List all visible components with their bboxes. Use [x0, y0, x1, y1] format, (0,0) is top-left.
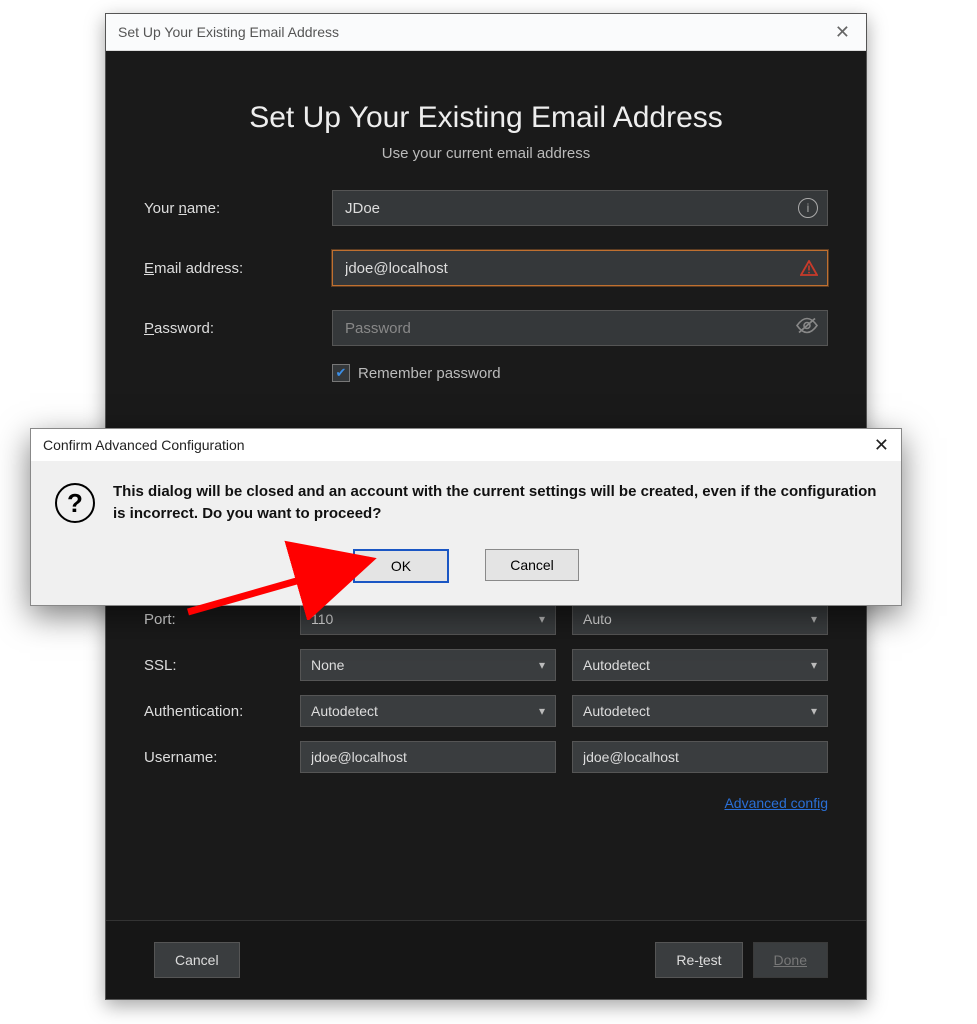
info-icon[interactable]: i [798, 198, 818, 218]
email-input[interactable] [332, 250, 828, 286]
remember-password-row: ✔ Remember password [332, 364, 828, 382]
ssl-label: SSL: [144, 657, 284, 674]
page-title: Set Up Your Existing Email Address [106, 101, 866, 135]
chevron-down-icon: ▾ [539, 704, 545, 718]
dialog-message: This dialog will be closed and an accoun… [113, 481, 877, 525]
incoming-ssl-select[interactable]: None▾ [300, 649, 556, 681]
ok-button[interactable]: OK [353, 549, 449, 583]
titlebar: Set Up Your Existing Email Address ✕ [106, 14, 866, 51]
outgoing-auth-select[interactable]: Autodetect▾ [572, 695, 828, 727]
incoming-port-select[interactable]: 110▾ [300, 603, 556, 635]
auth-label: Authentication: [144, 703, 284, 720]
question-icon: ? [55, 483, 95, 523]
chevron-down-icon: ▾ [811, 658, 817, 672]
chevron-down-icon: ▾ [539, 612, 545, 626]
close-icon[interactable]: ✕ [874, 435, 889, 456]
remember-password-checkbox[interactable]: ✔ [332, 364, 350, 382]
incoming-username-input[interactable] [300, 741, 556, 773]
outgoing-port-select[interactable]: Auto▾ [572, 603, 828, 635]
cancel-button[interactable]: Cancel [154, 942, 240, 978]
eye-off-icon[interactable] [796, 317, 818, 340]
confirm-dialog: Confirm Advanced Configuration ✕ ? This … [30, 428, 902, 606]
cancel-button[interactable]: Cancel [485, 549, 579, 581]
page-subtitle: Use your current email address [106, 145, 866, 162]
warning-icon [800, 260, 818, 276]
footer: Cancel Re-test Done [106, 920, 866, 999]
window-title: Set Up Your Existing Email Address [118, 24, 339, 40]
chevron-down-icon: ▾ [539, 658, 545, 672]
email-label: Email address: [144, 260, 332, 277]
password-input[interactable] [332, 310, 828, 346]
password-label: Password: [144, 320, 332, 337]
name-label: Your name: [144, 200, 332, 217]
advanced-config-link[interactable]: Advanced config [724, 795, 828, 811]
port-label: Port: [144, 611, 284, 628]
outgoing-ssl-select[interactable]: Autodetect▾ [572, 649, 828, 681]
username-label: Username: [144, 749, 284, 766]
close-icon[interactable]: ✕ [831, 22, 854, 43]
done-button: Done [753, 942, 828, 978]
dialog-title: Confirm Advanced Configuration [43, 437, 245, 453]
dialog-titlebar: Confirm Advanced Configuration ✕ [31, 429, 901, 461]
name-input[interactable] [332, 190, 828, 226]
incoming-auth-select[interactable]: Autodetect▾ [300, 695, 556, 727]
chevron-down-icon: ▾ [811, 704, 817, 718]
outgoing-username-input[interactable] [572, 741, 828, 773]
chevron-down-icon: ▾ [811, 612, 817, 626]
remember-password-label: Remember password [358, 365, 501, 382]
heading-block: Set Up Your Existing Email Address Use y… [106, 101, 866, 162]
retest-button[interactable]: Re-test [655, 942, 742, 978]
